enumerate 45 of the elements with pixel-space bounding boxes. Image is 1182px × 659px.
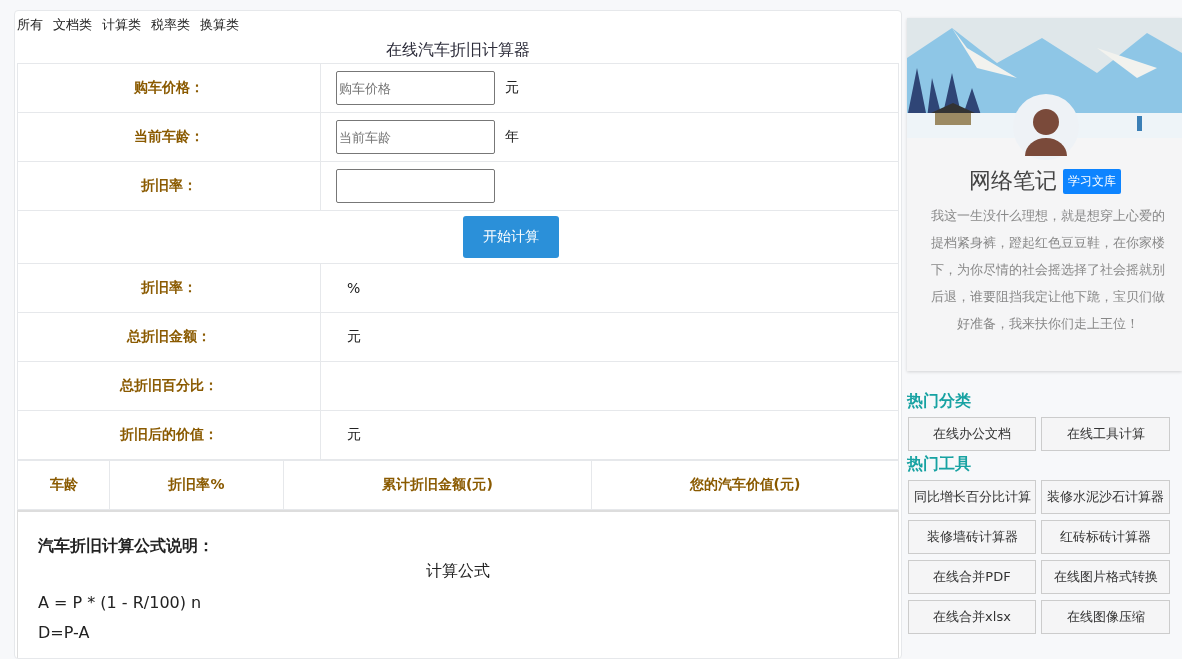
result-label: 折旧后的价值： [120, 426, 218, 442]
category-link[interactable]: 文档类 [53, 16, 92, 34]
tool-link[interactable]: 在线图片格式转换 [1041, 560, 1170, 594]
tool-link[interactable]: 同比增长百分比计算 [908, 480, 1036, 514]
category-link[interactable]: 税率类 [151, 16, 190, 34]
input-field[interactable] [336, 169, 495, 203]
section-title: 热门工具 [907, 454, 972, 474]
tool-link[interactable]: 装修墙砖计算器 [908, 520, 1036, 554]
formula-subtitle: 计算公式 [426, 561, 490, 580]
input-field[interactable]: 购车价格 [336, 71, 495, 105]
column-header: 您的汽车价值(元) [689, 476, 801, 492]
tool-link[interactable]: 在线合并xlsx [908, 600, 1036, 634]
result-label: 总折旧百分比： [120, 377, 218, 393]
tool-link[interactable]: 装修水泥沙石计算器 [1041, 480, 1170, 514]
field-label: 购车价格： [134, 79, 204, 95]
tool-link[interactable]: 在线图像压缩 [1041, 600, 1170, 634]
input-field[interactable]: 当前车龄 [336, 120, 495, 154]
formula-line: A = P * (1 - R/100) n [38, 593, 202, 612]
site-motto: 我这一生没什么理想，就是想穿上心爱的提档紧身裤，蹬起红色豆豆鞋，在你家楼下，为你尽情的社会摇选择了社会摇就别后退，谁要阻挡我定让他下跪，宝贝们做好准备，我来扶你们走上王位！ [929, 207, 1166, 333]
column-header: 累计折旧金额(元) [382, 476, 493, 492]
unit-label: 年 [505, 128, 519, 144]
result-value: 元 [347, 328, 361, 344]
column-header: 车龄 [49, 476, 78, 492]
category-link[interactable]: 所有 [17, 16, 43, 34]
field-label: 当前车龄： [134, 128, 204, 144]
field-label: 折旧率： [141, 177, 197, 193]
formula-line: D=P-A [38, 623, 90, 642]
result-label: 总折旧金额： [127, 328, 211, 344]
tool-link[interactable]: 在线工具计算 [1041, 417, 1170, 451]
tool-link[interactable]: 红砖标砖计算器 [1041, 520, 1170, 554]
formula-heading: 汽车折旧计算公式说明： [38, 536, 215, 557]
category-link[interactable]: 换算类 [200, 16, 239, 34]
page-title: 在线汽车折旧计算器 [385, 39, 531, 61]
tool-link[interactable]: 在线办公文档 [908, 417, 1036, 451]
unit-label: 元 [505, 79, 519, 95]
site-badge: 学习文库 [1062, 168, 1121, 194]
category-link[interactable]: 计算类 [102, 16, 141, 34]
result-label: 折旧率： [141, 279, 197, 295]
column-header: 折旧率% [168, 476, 225, 492]
section-title: 热门分类 [907, 391, 972, 411]
result-value: 元 [347, 426, 361, 442]
tool-link[interactable]: 在线合并PDF [908, 560, 1036, 594]
avatar-drawing [1013, 94, 1079, 160]
site-name: 网络笔记 [968, 167, 1057, 195]
result-value: % [347, 280, 361, 296]
